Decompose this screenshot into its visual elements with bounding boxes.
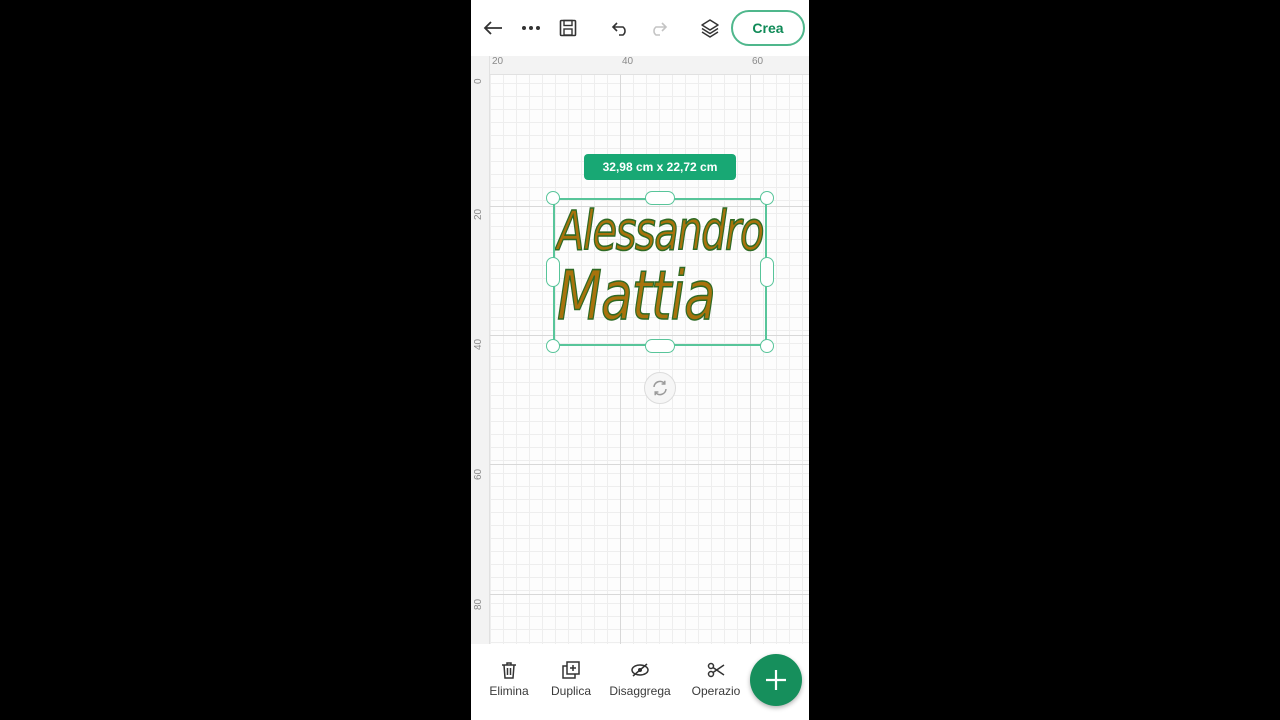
ruler-label: 60 [473, 468, 484, 480]
selection-box[interactable] [553, 198, 767, 346]
duplicate-button[interactable]: Duplica [536, 660, 606, 698]
undo-icon[interactable] [607, 14, 635, 42]
design-canvas[interactable]: 20 40 60 0 20 40 60 80 32,98 cm x 22,72 … [471, 56, 809, 644]
delete-label: Elimina [489, 684, 529, 698]
resize-handle-top-right[interactable] [760, 191, 774, 205]
ruler-label: 20 [473, 208, 484, 220]
duplicate-icon [562, 661, 580, 679]
resize-handle-bottom-left[interactable] [546, 339, 560, 353]
grid-major-line [489, 464, 809, 465]
top-toolbar: Crea [471, 0, 809, 56]
save-icon[interactable] [554, 14, 582, 42]
ruler-label: 80 [473, 598, 484, 610]
scissors-icon [707, 662, 725, 678]
grid-major-line [489, 594, 809, 595]
ruler-label: 40 [622, 56, 634, 67]
resize-handle-bottom-right[interactable] [760, 339, 774, 353]
rotate-icon[interactable] [644, 372, 676, 404]
ungroup-icon [631, 663, 649, 677]
more-icon[interactable] [517, 14, 545, 42]
resize-handle-left[interactable] [546, 257, 560, 287]
back-arrow-icon[interactable] [479, 14, 507, 42]
ruler-left: 0 20 40 60 80 [471, 56, 490, 644]
ruler-label: 60 [752, 56, 764, 67]
duplicate-label: Duplica [550, 684, 592, 698]
delete-button[interactable]: Elimina [474, 660, 544, 698]
ruler-top: 20 40 60 [471, 56, 809, 75]
plus-icon [766, 670, 786, 690]
trash-icon [502, 662, 516, 679]
bottom-toolbar: Elimina Duplica Disaggrega Operazio [471, 644, 809, 720]
ruler-label: 20 [492, 56, 504, 67]
layers-icon[interactable] [696, 14, 724, 42]
operations-button[interactable]: Operazio [681, 660, 751, 698]
create-button[interactable]: Crea [731, 10, 805, 46]
ungroup-label: Disaggrega [609, 684, 671, 698]
ruler-label: 0 [473, 78, 484, 84]
redo-icon[interactable] [644, 14, 672, 42]
grid-major-line [750, 74, 751, 644]
phone-screen: Crea 20 40 60 0 20 40 60 80 32,98 cm x 2… [471, 0, 809, 720]
resize-handle-top-left[interactable] [546, 191, 560, 205]
ungroup-button[interactable]: Disaggrega [605, 660, 675, 698]
size-indicator: 32,98 cm x 22,72 cm [584, 154, 736, 180]
resize-handle-top[interactable] [645, 191, 675, 205]
operations-label: Operazio [691, 684, 741, 698]
add-button[interactable] [750, 654, 802, 706]
resize-handle-right[interactable] [760, 257, 774, 287]
resize-handle-bottom[interactable] [645, 339, 675, 353]
ruler-label: 40 [473, 338, 484, 350]
